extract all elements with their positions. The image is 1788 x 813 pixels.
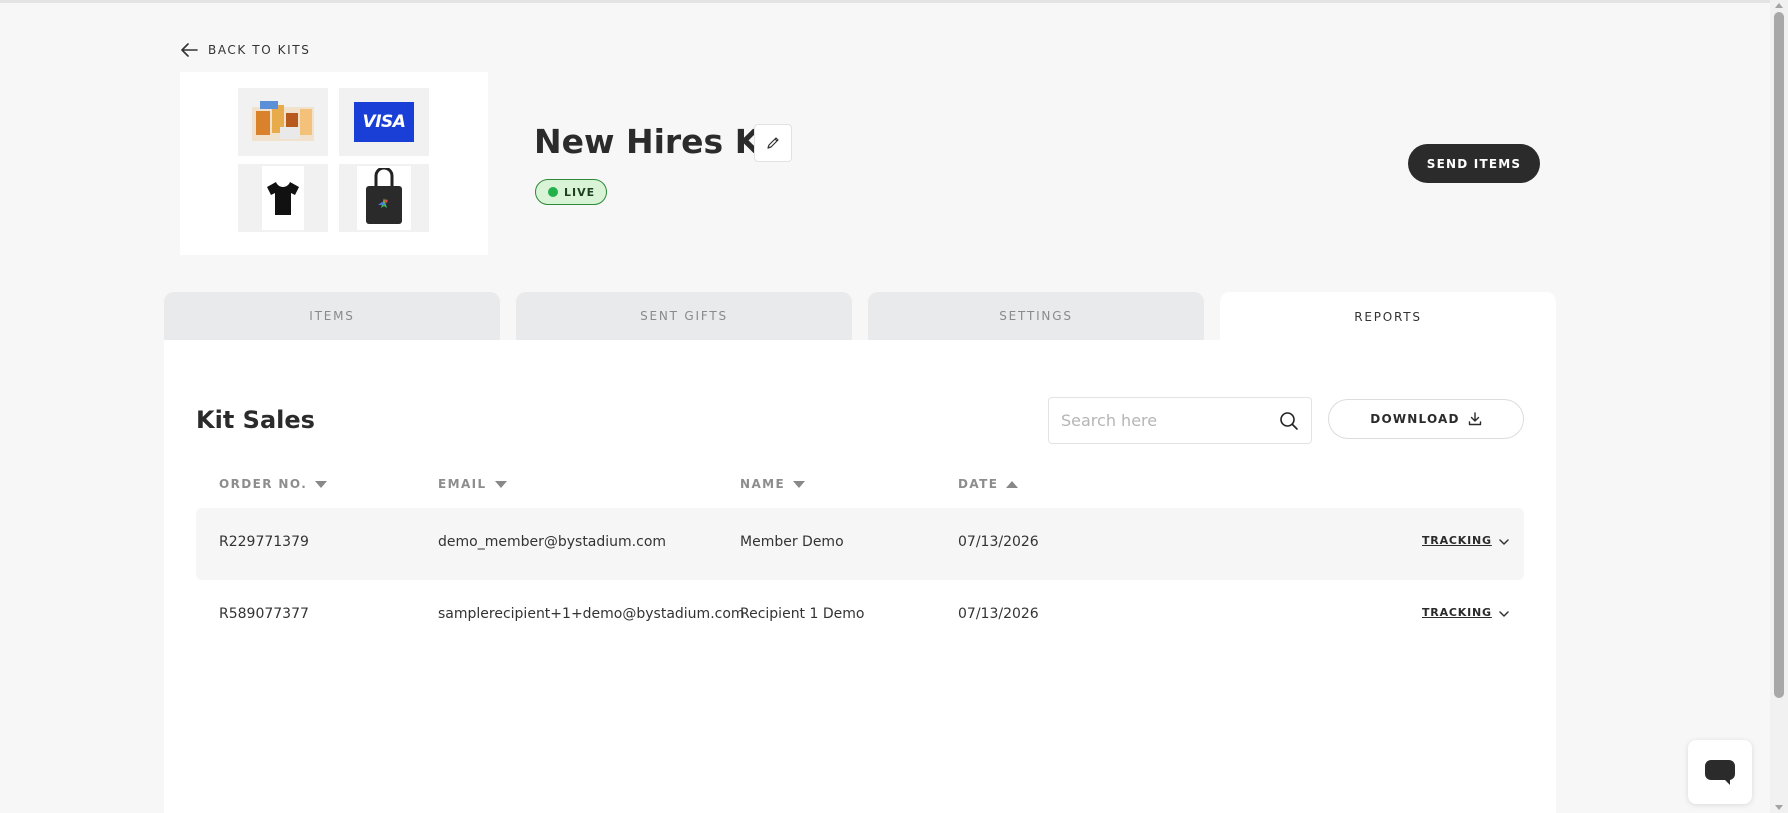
edit-title-button[interactable] xyxy=(754,124,792,162)
tote-bag-thumbnail xyxy=(339,164,429,232)
download-button[interactable]: DOWNLOAD xyxy=(1328,399,1524,439)
live-dot-icon xyxy=(548,187,558,197)
order-date: 07/13/2026 xyxy=(958,606,1039,622)
search-icon[interactable] xyxy=(1279,411,1299,431)
tracking-link[interactable]: TRACKING xyxy=(1422,606,1492,619)
reports-panel: Kit Sales DOWNLOAD ORDER NO. EMAIL NAME … xyxy=(164,340,1556,813)
kit-thumbnail-grid: VISA xyxy=(180,72,488,255)
scrollbar-thumb[interactable] xyxy=(1774,12,1784,698)
order-date: 07/13/2026 xyxy=(958,534,1039,550)
top-border xyxy=(0,0,1770,3)
tshirt-icon xyxy=(267,182,299,215)
column-header-label: ORDER NO. xyxy=(219,477,308,491)
download-icon xyxy=(1468,412,1481,426)
snack-box-thumbnail xyxy=(238,88,328,156)
arrow-left-icon xyxy=(181,43,198,57)
chevron-down-icon[interactable] xyxy=(1496,606,1512,622)
vertical-scrollbar[interactable] xyxy=(1770,0,1788,813)
order-number: R589077377 xyxy=(219,606,309,622)
snack-box-image xyxy=(252,101,314,141)
column-header-email[interactable]: EMAIL xyxy=(438,477,507,491)
tab-items[interactable]: ITEMS xyxy=(164,292,500,340)
order-number: R229771379 xyxy=(219,534,309,550)
column-header-name[interactable]: NAME xyxy=(740,477,806,491)
visa-card-thumbnail: VISA xyxy=(339,88,429,156)
back-to-kits-link[interactable]: BACK TO KITS xyxy=(181,43,310,57)
tab-sent-gifts[interactable]: SENT GIFTS xyxy=(516,292,852,340)
recipient-name: Member Demo xyxy=(740,534,844,550)
column-header-date[interactable]: DATE xyxy=(958,477,1019,491)
tote-bag-icon xyxy=(366,168,402,224)
chat-icon xyxy=(1705,760,1735,785)
pencil-icon xyxy=(767,137,779,149)
scroll-up-icon[interactable] xyxy=(1775,3,1783,8)
chevron-down-icon[interactable] xyxy=(1496,534,1512,550)
status-badge-label: LIVE xyxy=(564,185,596,199)
tshirt-thumbnail xyxy=(238,164,328,232)
visa-logo: VISA xyxy=(354,102,414,142)
sort-down-icon xyxy=(793,480,806,488)
table-row: R229771379 demo_member@bystadium.com Mem… xyxy=(196,508,1524,580)
column-header-label: DATE xyxy=(958,477,999,491)
email: samplerecipient+1+demo@bystadium.com xyxy=(438,606,745,622)
tracking-link[interactable]: TRACKING xyxy=(1422,534,1492,547)
search-input[interactable] xyxy=(1061,411,1279,430)
search-box xyxy=(1048,397,1312,444)
chat-button[interactable] xyxy=(1688,740,1752,804)
column-header-label: EMAIL xyxy=(438,477,487,491)
download-label: DOWNLOAD xyxy=(1370,412,1460,426)
recipient-name: Recipient 1 Demo xyxy=(740,606,865,622)
sort-down-icon xyxy=(315,480,328,488)
tab-settings[interactable]: SETTINGS xyxy=(868,292,1204,340)
email: demo_member@bystadium.com xyxy=(438,534,667,550)
column-header-order-no[interactable]: ORDER NO. xyxy=(219,477,328,491)
kit-title: New Hires Kit xyxy=(534,122,788,161)
sort-up-icon xyxy=(1006,480,1019,488)
status-badge: LIVE xyxy=(535,179,608,205)
section-title: Kit Sales xyxy=(196,406,315,434)
table-row: R589077377 samplerecipient+1+demo@bystad… xyxy=(196,580,1524,652)
column-header-label: NAME xyxy=(740,477,786,491)
sort-down-icon xyxy=(494,480,507,488)
send-items-button[interactable]: SEND ITEMS xyxy=(1408,144,1540,183)
tab-reports[interactable]: REPORTS xyxy=(1220,292,1556,342)
scroll-down-icon[interactable] xyxy=(1775,805,1783,810)
back-label: BACK TO KITS xyxy=(208,43,311,57)
